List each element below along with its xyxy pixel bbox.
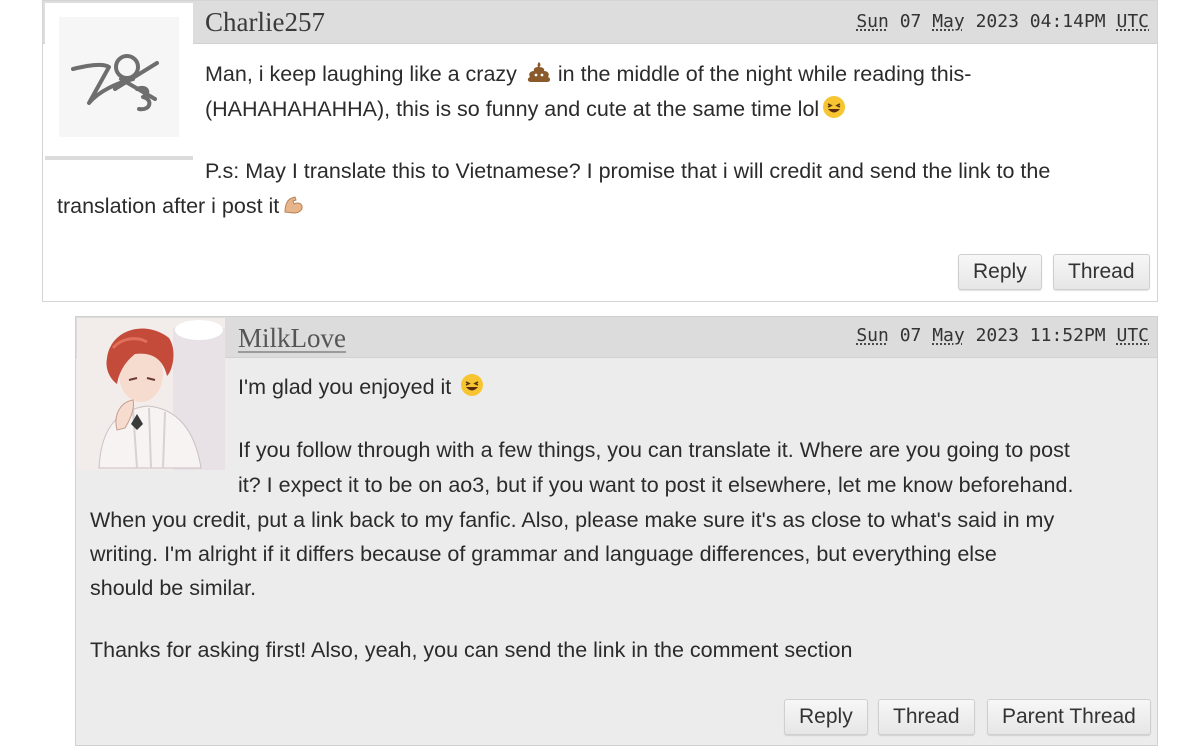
laughing-emoji-icon: [460, 373, 484, 408]
ao3-default-avatar-icon: [59, 17, 179, 137]
flexed-biceps-icon: [282, 192, 304, 227]
comment-text-line: (HAHAHAHAHHA), this is so funny and cute…: [205, 92, 846, 130]
comment-text-line: should be similar.: [90, 576, 257, 600]
comment-text-line: Thanks for asking first! Also, yeah, you…: [90, 638, 853, 662]
comment-username[interactable]: MilkLove: [238, 323, 346, 354]
comment-datetime: Sun 07 May 2023 11:52PM UTC: [856, 325, 1149, 346]
parent-thread-button[interactable]: Parent Thread: [987, 699, 1151, 735]
comment-text-line: it? I expect it to be on ao3, but if you…: [238, 473, 1074, 497]
comment-text-line: Man, i keep laughing like a crazy in the…: [205, 57, 971, 95]
anime-redhead-avatar-icon: [77, 318, 225, 470]
comment-text-line: I'm glad you enjoyed it: [238, 370, 484, 408]
comment-header: Charlie257 Sun 07 May 2023 04:14PM UTC: [43, 1, 1157, 44]
comment-text-line: writing. I'm alright if it differs becau…: [90, 542, 997, 566]
date-date: 07: [899, 11, 922, 32]
date-month: May: [932, 325, 965, 346]
date-date: 07: [899, 325, 922, 346]
reply-button[interactable]: Reply: [958, 254, 1042, 290]
date-time: 04:14PM: [1029, 11, 1106, 32]
thread-button[interactable]: Thread: [878, 699, 975, 735]
comment-text-line: translation after i post it: [57, 189, 304, 227]
date-month: May: [932, 11, 965, 32]
date-time: 11:52PM: [1029, 325, 1106, 346]
date-day: Sun: [856, 325, 889, 346]
comment-datetime: Sun 07 May 2023 04:14PM UTC: [856, 11, 1149, 32]
date-year: 2023: [975, 11, 1019, 32]
comment-text-line: When you credit, put a link back to my f…: [90, 508, 1055, 532]
date-year: 2023: [975, 325, 1019, 346]
user-avatar[interactable]: [77, 318, 225, 470]
user-avatar[interactable]: [45, 3, 193, 160]
laughing-emoji-icon: [822, 95, 846, 130]
date-day: Sun: [856, 11, 889, 32]
reply-button[interactable]: Reply: [784, 699, 868, 735]
comment-charlie257: Charlie257 Sun 07 May 2023 04:14PM UTC M…: [42, 0, 1158, 302]
comment-milklove: MilkLove Sun 07 May 2023 11:52PM UTC I'm…: [75, 316, 1158, 746]
comment-text-line: If you follow through with a few things,…: [238, 438, 1070, 462]
pile-of-poo-icon: [526, 60, 552, 95]
comment-text-line: P.s: May I translate this to Vietnamese?…: [205, 159, 1051, 183]
date-timezone: UTC: [1116, 325, 1149, 346]
date-timezone: UTC: [1116, 11, 1149, 32]
thread-button[interactable]: Thread: [1053, 254, 1150, 290]
comment-username[interactable]: Charlie257: [205, 7, 325, 38]
comment-header: MilkLove Sun 07 May 2023 11:52PM UTC: [76, 317, 1157, 358]
